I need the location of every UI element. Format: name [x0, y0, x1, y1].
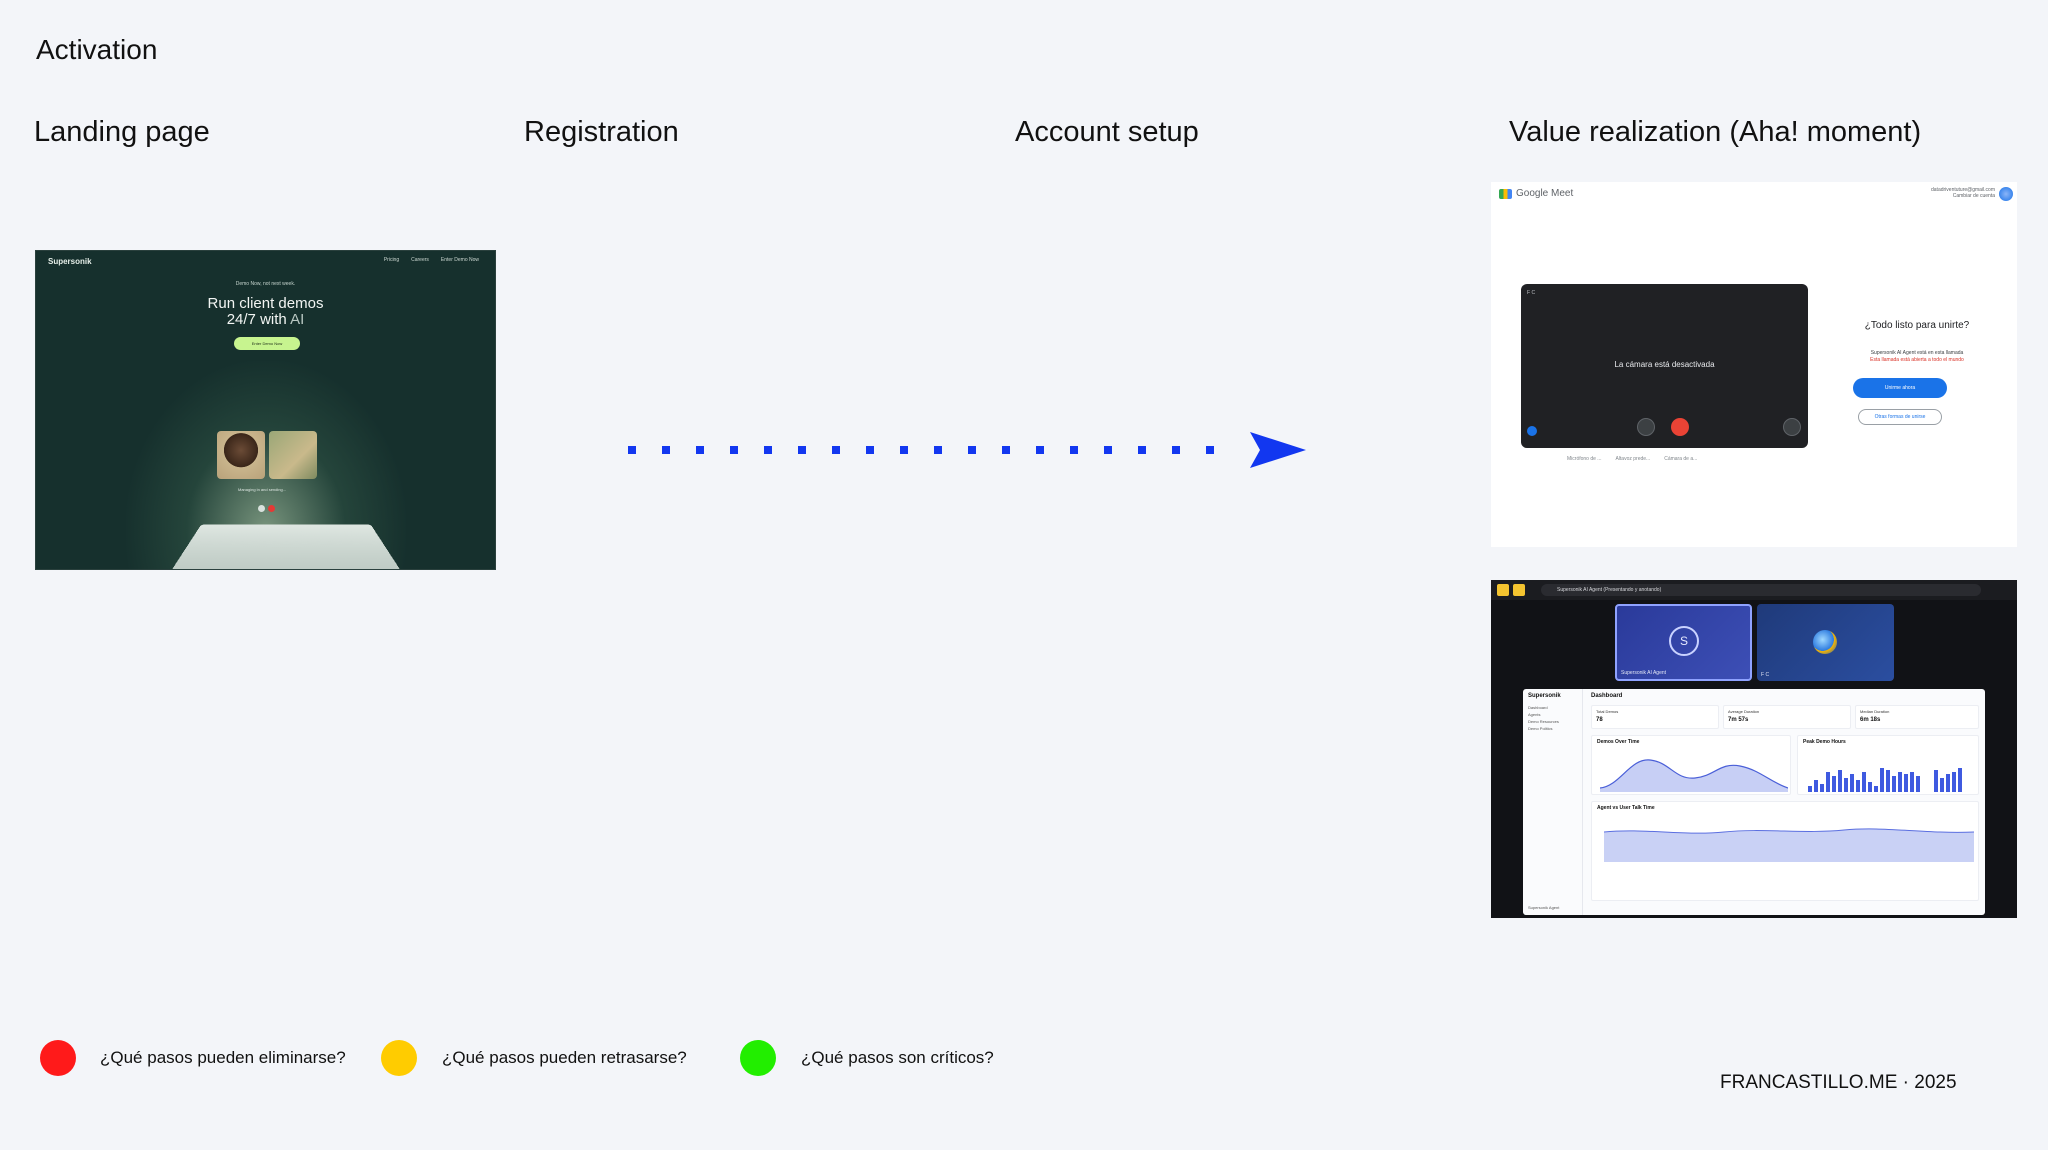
effects-icon — [1783, 418, 1801, 436]
meet-video-preview: F C La cámara está desactivada — [1521, 284, 1808, 448]
landing-brand: Supersonik — [48, 257, 92, 266]
legend-delay: ¿Qué pasos pueden retrasarse? — [442, 1048, 687, 1067]
camera-off-icon — [1671, 418, 1689, 436]
stage-registration: Registration — [524, 116, 679, 148]
toolbar-icon — [1513, 584, 1525, 596]
legend-dot-delay — [381, 1040, 417, 1076]
user-video-tile — [269, 431, 317, 479]
landing-nav: Pricing Careers Enter Demo Now — [384, 257, 479, 263]
area-chart — [1604, 828, 1974, 862]
presentation-bar: Supersonik AI Agent (Presentando y anota… — [1491, 580, 2017, 600]
bar-chart — [1808, 768, 1962, 792]
user-badge-icon — [1527, 426, 1537, 436]
landing-caption: Managing in and sending... — [238, 487, 287, 492]
talk-time-chart: Agent vs User Talk Time — [1591, 801, 1979, 901]
legend-dot-eliminate — [40, 1040, 76, 1076]
microphone-icon — [1637, 418, 1655, 436]
stat-card: Total Demos 78 — [1591, 705, 1719, 729]
landing-cta-button: Enter Demo Now — [234, 337, 300, 350]
landing-nav-item: Enter Demo Now — [440, 257, 479, 263]
stage-value-realization: Value realization (Aha! moment) — [1509, 116, 1922, 148]
dashboard-sidebar: Supersonik Dashboard Agents Demo Resourc… — [1523, 689, 1583, 915]
legend-critical: ¿Qué pasos son críticos? — [801, 1048, 994, 1067]
agent-video-tile: S Supersonik AI Agent — [1615, 604, 1752, 681]
ready-to-join-question: ¿Todo listo para unirte? — [1864, 320, 1970, 331]
flow-arrow-head — [1250, 432, 1306, 468]
dashboard-title: Dashboard — [1591, 693, 1623, 699]
landing-page-screenshot: Supersonik Pricing Careers Enter Demo No… — [35, 250, 496, 570]
landing-nav-item: Pricing — [383, 257, 400, 263]
legend-dot-critical — [740, 1040, 776, 1076]
meet-camera-icon — [1499, 188, 1512, 199]
stage-landing-page: Landing page — [34, 116, 210, 148]
meet-account-info: datadriventuture@gmail.com Cambiar de cu… — [1931, 187, 1995, 199]
landing-nav-item: Careers — [411, 257, 429, 263]
call-controls — [258, 505, 275, 512]
user-avatar-icon — [1813, 630, 1837, 654]
flow-arrow — [628, 432, 1306, 468]
shared-dashboard-app: Supersonik Dashboard Agents Demo Resourc… — [1523, 689, 1985, 915]
demos-over-time-chart: Demos Over Time — [1591, 735, 1791, 795]
area-chart — [1600, 759, 1788, 792]
join-now-button: Unirme ahora — [1853, 378, 1947, 398]
google-meet-logo: Google Meet — [1499, 188, 1573, 199]
peak-demo-hours-chart: Peak Demo Hours — [1797, 735, 1979, 795]
google-meet-screenshot: Google Meet datadriventuture@gmail.com C… — [1491, 182, 2017, 547]
account-avatar-icon — [1999, 187, 2013, 201]
user-video-tile: F C — [1757, 604, 1894, 681]
landing-headline: Run client demos 24/7 with AI — [207, 295, 324, 328]
toolbar-icon — [1497, 584, 1509, 596]
stat-card: Average Duration 7m 57s — [1723, 705, 1851, 729]
legend-eliminate: ¿Qué pasos pueden eliminarse? — [100, 1048, 346, 1067]
camera-off-message: La cámara está desactivada — [1614, 360, 1715, 369]
landing-kicker: Demo Now, not next week. — [235, 281, 296, 287]
stage-account-setup: Account setup — [1015, 116, 1199, 148]
person-avatar — [217, 431, 265, 479]
stat-card: Median Duration 6m 18s — [1855, 705, 1979, 729]
other-join-options: Otras formas de unirse — [1858, 409, 1942, 425]
meet-device-selectors: Micrófono de ... Altavoz prede... Cámara… — [1567, 456, 1698, 462]
presenting-banner: Supersonik AI Agent (Presentando y anota… — [1541, 584, 1981, 596]
footer-credit: FRANCASTILLO.ME · 2025 — [1720, 1072, 1957, 1093]
meet-status-text: Supersonik AI Agent está en esta llamada… — [1870, 350, 1964, 363]
slide-title: Activation — [36, 34, 158, 65]
dashboard-preview — [164, 524, 408, 569]
dashboard-call-screenshot: Supersonik AI Agent (Presentando y anota… — [1491, 580, 2017, 918]
